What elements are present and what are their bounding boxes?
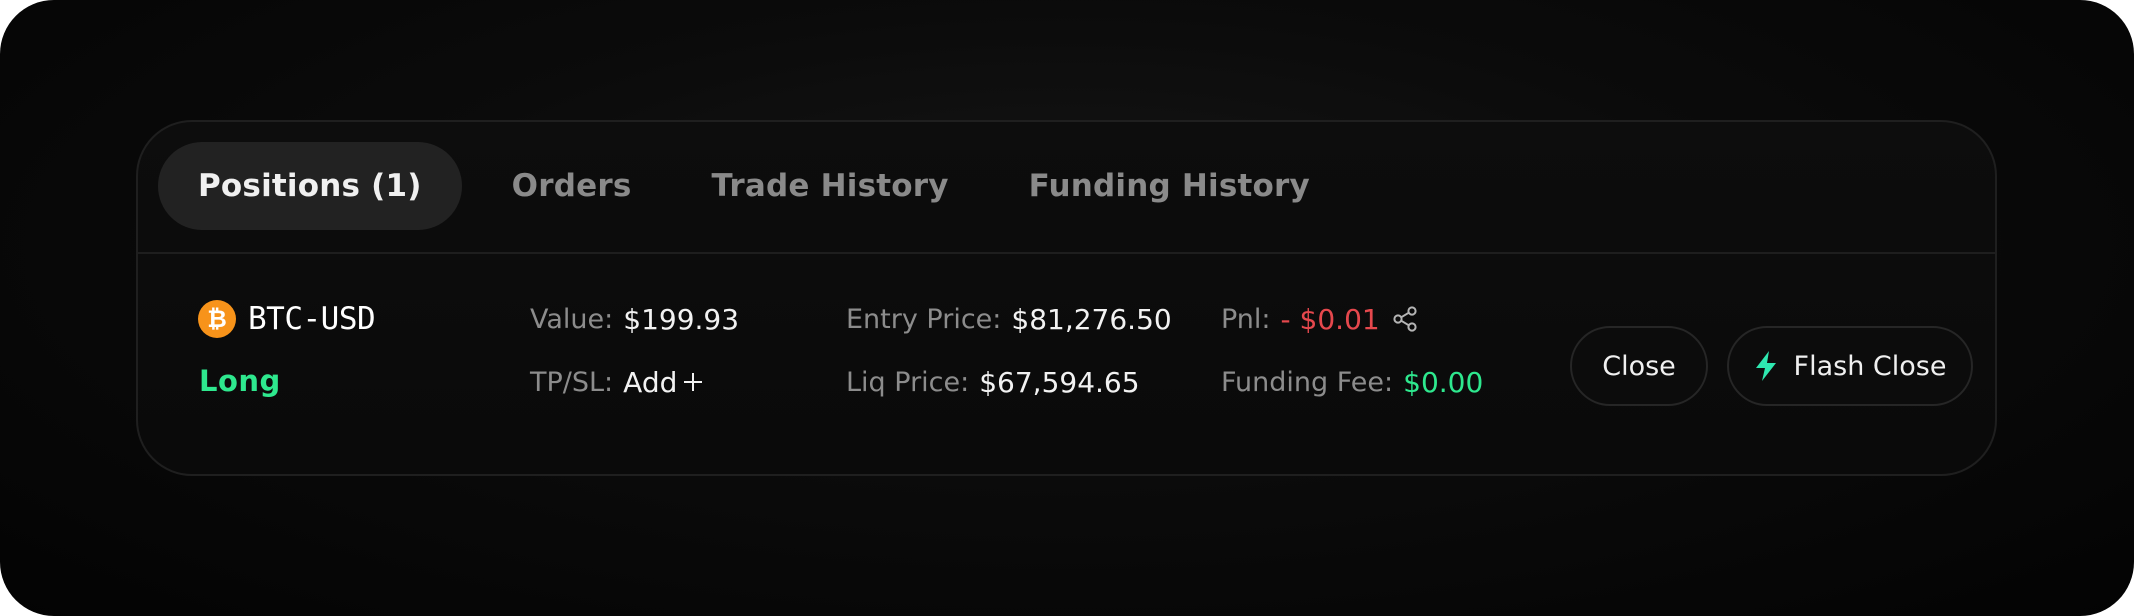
funding-fee-label: Funding Fee: bbox=[1221, 366, 1394, 398]
liq-price-field: Liq Price: $67,594.65 bbox=[846, 359, 1140, 405]
entry-price-label: Entry Price: bbox=[846, 303, 1002, 335]
app-background: Positions (1) Orders Trade History Fundi… bbox=[0, 0, 2134, 616]
flash-close-button[interactable]: Flash Close bbox=[1727, 326, 1973, 406]
value-label: Value: bbox=[530, 303, 614, 335]
plus-icon bbox=[683, 365, 703, 400]
share-icon[interactable] bbox=[1392, 306, 1418, 332]
funding-fee-value: $0.00 bbox=[1403, 365, 1484, 399]
tab-funding-history[interactable]: Funding History bbox=[989, 142, 1350, 230]
bitcoin-icon: ₿ bbox=[198, 300, 236, 338]
tpsl-field: TP/SL: Add bbox=[530, 359, 703, 405]
tab-positions[interactable]: Positions (1) bbox=[158, 142, 462, 230]
tab-bar: Positions (1) Orders Trade History Fundi… bbox=[158, 142, 1350, 230]
entry-price-field: Entry Price: $81,276.50 bbox=[846, 296, 1172, 342]
pnl-value: - $0.01 bbox=[1280, 302, 1380, 336]
symbol-label: BTC-USD bbox=[248, 301, 376, 337]
close-button[interactable]: Close bbox=[1570, 326, 1708, 406]
tpsl-add-button[interactable]: Add bbox=[623, 365, 703, 400]
tab-orders[interactable]: Orders bbox=[472, 142, 672, 230]
flash-close-label: Flash Close bbox=[1793, 350, 1947, 382]
close-button-label: Close bbox=[1602, 350, 1676, 382]
value-amount: $199.93 bbox=[623, 302, 740, 336]
position-symbol[interactable]: ₿ BTC-USD bbox=[198, 296, 376, 342]
tpsl-add-label: Add bbox=[623, 365, 678, 399]
entry-price-value: $81,276.50 bbox=[1011, 302, 1172, 336]
tpsl-label: TP/SL: bbox=[530, 366, 614, 398]
side-label: Long bbox=[199, 364, 281, 398]
liq-price-label: Liq Price: bbox=[846, 366, 970, 398]
positions-panel: Positions (1) Orders Trade History Fundi… bbox=[136, 120, 1997, 476]
pnl-label: Pnl: bbox=[1221, 303, 1271, 335]
liq-price-value: $67,594.65 bbox=[979, 365, 1140, 399]
pnl-field: Pnl: - $0.01 bbox=[1221, 296, 1418, 342]
value-field: Value: $199.93 bbox=[530, 296, 739, 342]
position-row: ₿ BTC-USD Long Value: $199.93 TP/SL: Add bbox=[138, 254, 1995, 474]
tab-trade-history[interactable]: Trade History bbox=[671, 142, 988, 230]
lightning-bolt-icon bbox=[1754, 351, 1778, 381]
funding-fee-field: Funding Fee: $0.00 bbox=[1221, 359, 1483, 405]
position-side: Long bbox=[199, 359, 281, 403]
